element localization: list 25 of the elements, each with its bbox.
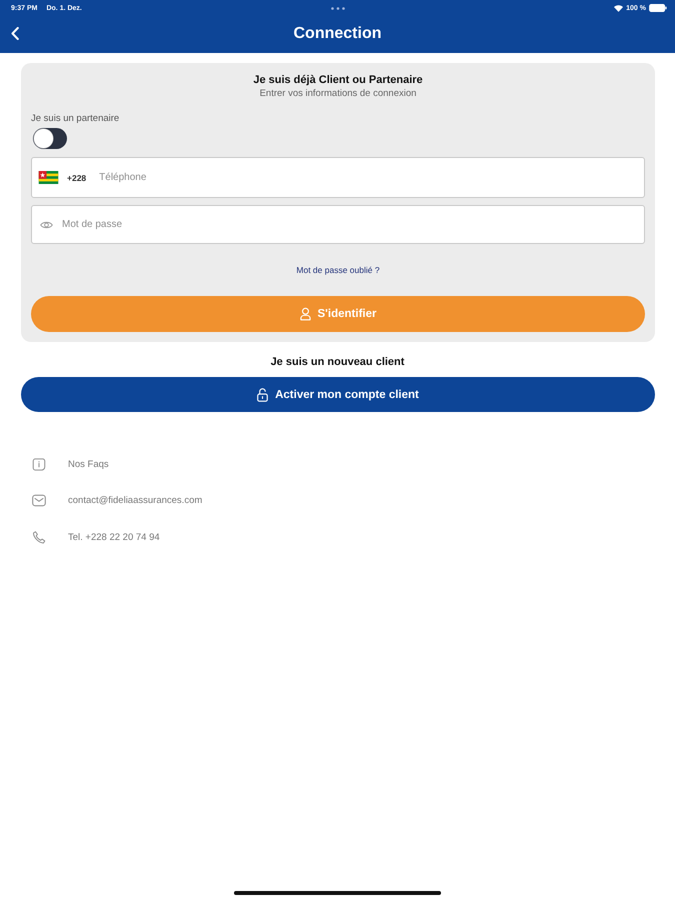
partner-label: Je suis un partenaire bbox=[31, 112, 120, 126]
contact-link[interactable]: contact@fideliaassurances.com bbox=[68, 495, 202, 506]
flag-icon bbox=[38, 171, 59, 184]
mail-icon bbox=[32, 494, 46, 507]
login-subtitle: Entrer vos informations de connexion bbox=[260, 87, 416, 101]
phone-field[interactable]: +228 Téléphone bbox=[31, 157, 645, 198]
activate-account-button[interactable]: Activer mon compte client bbox=[21, 377, 655, 412]
screen-title: Connection bbox=[294, 24, 382, 42]
new-client-title: Je suis un nouveau client bbox=[270, 355, 404, 369]
contact-link[interactable]: Tel. +228 22 20 74 94 bbox=[68, 532, 160, 542]
forgot-password-link[interactable]: Mot de passe oublié ? bbox=[296, 263, 380, 277]
phone-icon bbox=[32, 530, 46, 544]
partner-toggle[interactable] bbox=[33, 128, 67, 149]
eye-icon[interactable] bbox=[40, 220, 53, 230]
password-field[interactable]: Mot de passe bbox=[31, 205, 645, 244]
back-icon[interactable] bbox=[11, 27, 19, 40]
wifi-icon bbox=[614, 4, 624, 12]
battery-icon bbox=[649, 4, 667, 12]
login-title: Je suis déjà Client ou Partenaire bbox=[253, 73, 423, 87]
user-icon bbox=[300, 307, 311, 321]
dots-icon bbox=[331, 7, 345, 10]
info-icon bbox=[32, 458, 46, 470]
country-code[interactable]: +228 bbox=[67, 172, 86, 182]
contact-link[interactable]: Nos Faqs bbox=[68, 458, 109, 470]
unlock-icon bbox=[257, 388, 268, 402]
